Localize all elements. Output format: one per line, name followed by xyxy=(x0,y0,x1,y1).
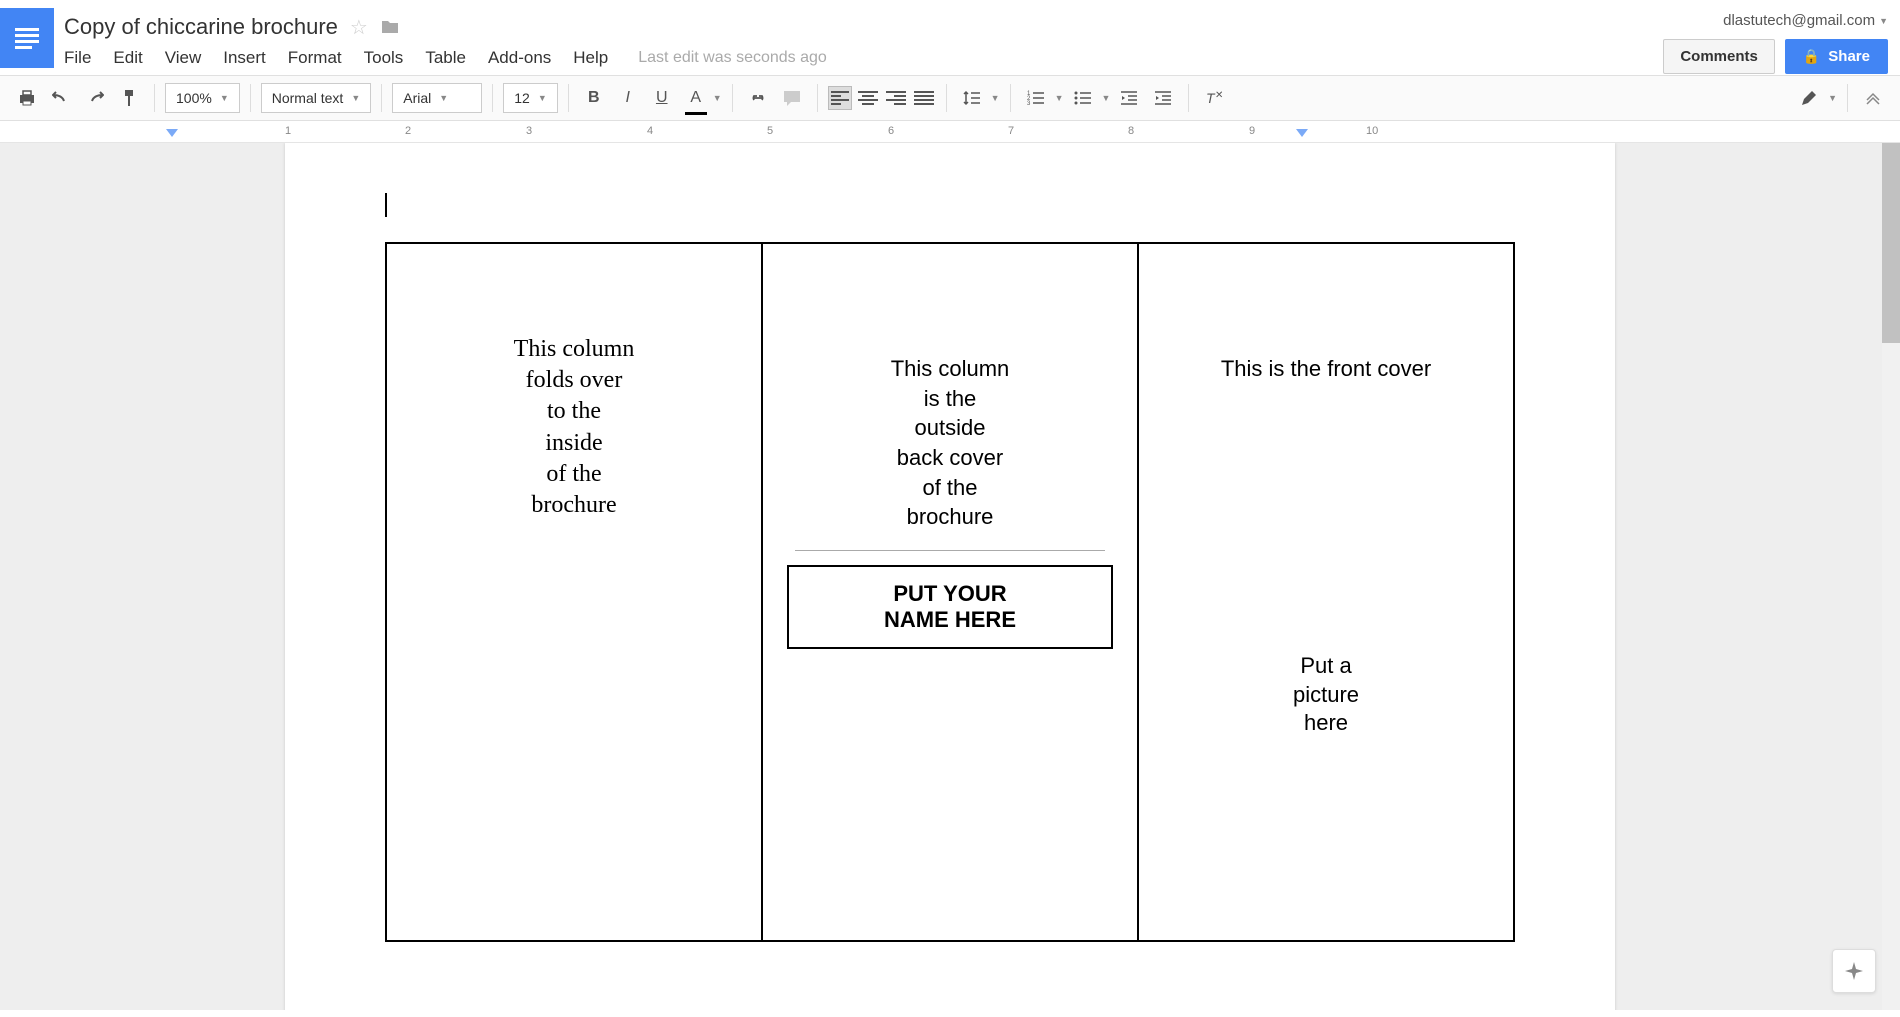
ruler-tick: 10 xyxy=(1366,125,1378,137)
ruler-right-indent-marker[interactable] xyxy=(1296,129,1308,139)
ruler-tick: 8 xyxy=(1128,125,1134,137)
ruler-tick: 9 xyxy=(1249,125,1255,137)
col3-title[interactable]: This is the front cover xyxy=(1159,356,1493,382)
col3-picture-placeholder[interactable]: Put a picture here xyxy=(1159,652,1493,738)
italic-button[interactable]: I xyxy=(613,83,643,113)
align-right-button[interactable] xyxy=(884,86,908,110)
divider xyxy=(795,550,1105,551)
menu-view[interactable]: View xyxy=(165,48,202,68)
brochure-table[interactable]: This column folds over to the inside of … xyxy=(385,242,1515,942)
hide-menus-button[interactable] xyxy=(1858,83,1888,113)
share-label: Share xyxy=(1828,48,1870,65)
paragraph-style-select[interactable]: Normal text ▼ xyxy=(261,83,372,113)
text-color-button[interactable]: A xyxy=(681,83,711,113)
underline-button[interactable]: U xyxy=(647,83,677,113)
star-icon[interactable]: ☆ xyxy=(350,15,368,40)
menu-tools[interactable]: Tools xyxy=(364,48,404,68)
ruler-left-indent-marker[interactable] xyxy=(166,129,178,139)
lock-icon: 🔒 xyxy=(1803,48,1820,65)
brochure-col-1[interactable]: This column folds over to the inside of … xyxy=(387,244,763,940)
dropdown-icon[interactable]: ▼ xyxy=(713,93,722,103)
ruler-tick: 4 xyxy=(647,125,653,137)
scroll-thumb[interactable] xyxy=(1882,143,1900,343)
align-center-button[interactable] xyxy=(856,86,880,110)
print-button[interactable] xyxy=(12,83,42,113)
explore-button[interactable] xyxy=(1832,949,1876,993)
menu-insert[interactable]: Insert xyxy=(223,48,266,68)
last-edit-status[interactable]: Last edit was seconds ago xyxy=(638,49,827,67)
ruler-tick: 7 xyxy=(1008,125,1014,137)
menu-addons[interactable]: Add-ons xyxy=(488,48,551,68)
bold-button[interactable]: B xyxy=(579,83,609,113)
editing-mode-button[interactable] xyxy=(1794,83,1824,113)
style-value: Normal text xyxy=(272,90,344,106)
numbered-list-button[interactable]: 123 xyxy=(1021,83,1051,113)
account-dropdown-icon: ▼ xyxy=(1879,16,1888,26)
user-email-text: dlastutech@gmail.com xyxy=(1723,12,1875,29)
toolbar: 100% ▼ Normal text ▼ Arial ▼ 12 ▼ B I U … xyxy=(0,75,1900,121)
insert-comment-button[interactable] xyxy=(777,83,807,113)
zoom-value: 100% xyxy=(176,90,212,106)
comments-button[interactable]: Comments xyxy=(1663,39,1775,74)
insert-link-button[interactable] xyxy=(743,83,773,113)
user-account[interactable]: dlastutech@gmail.com ▼ xyxy=(1723,12,1888,29)
page[interactable]: This column folds over to the inside of … xyxy=(285,143,1615,1010)
docs-logo[interactable] xyxy=(0,8,54,68)
ruler-tick: 1 xyxy=(285,125,291,137)
clear-formatting-button[interactable]: T✕ xyxy=(1199,83,1229,113)
col1-text[interactable]: This column folds over to the inside of … xyxy=(407,334,741,521)
paint-format-button[interactable] xyxy=(114,83,144,113)
ruler-tick: 5 xyxy=(767,125,773,137)
dropdown-icon[interactable]: ▼ xyxy=(1828,93,1837,103)
zoom-select[interactable]: 100% ▼ xyxy=(165,83,240,113)
share-button[interactable]: 🔒 Share xyxy=(1785,39,1888,74)
dropdown-icon: ▼ xyxy=(220,93,229,103)
bulleted-list-button[interactable] xyxy=(1068,83,1098,113)
svg-text:✕: ✕ xyxy=(1215,90,1223,101)
folder-icon[interactable] xyxy=(380,19,400,35)
size-value: 12 xyxy=(514,90,530,106)
doc-title[interactable]: Copy of chiccarine brochure xyxy=(64,14,338,40)
align-justify-button[interactable] xyxy=(912,86,936,110)
dropdown-icon[interactable]: ▼ xyxy=(1055,93,1064,103)
increase-indent-button[interactable] xyxy=(1148,83,1178,113)
brochure-col-2[interactable]: This column is the outside back cover of… xyxy=(763,244,1139,940)
brochure-col-3[interactable]: This is the front cover Put a picture he… xyxy=(1139,244,1513,940)
menu-table[interactable]: Table xyxy=(425,48,466,68)
menu-edit[interactable]: Edit xyxy=(113,48,142,68)
menu-file[interactable]: File xyxy=(64,48,91,68)
undo-button[interactable] xyxy=(46,83,76,113)
vertical-scrollbar[interactable] xyxy=(1882,143,1900,1010)
dropdown-icon: ▼ xyxy=(439,93,448,103)
ruler-tick: 3 xyxy=(526,125,532,137)
svg-text:3: 3 xyxy=(1027,101,1031,106)
font-size-select[interactable]: 12 ▼ xyxy=(503,83,558,113)
dropdown-icon: ▼ xyxy=(538,93,547,103)
line-spacing-button[interactable] xyxy=(957,83,987,113)
font-value: Arial xyxy=(403,90,431,106)
font-select[interactable]: Arial ▼ xyxy=(392,83,482,113)
dropdown-icon: ▼ xyxy=(351,93,360,103)
text-cursor xyxy=(385,193,387,217)
decrease-indent-button[interactable] xyxy=(1114,83,1144,113)
ruler-tick: 6 xyxy=(888,125,894,137)
menu-help[interactable]: Help xyxy=(573,48,608,68)
menu-format[interactable]: Format xyxy=(288,48,342,68)
document-canvas[interactable]: This column folds over to the inside of … xyxy=(0,143,1900,1010)
ruler[interactable]: 1 2 3 4 5 6 7 8 9 10 xyxy=(0,121,1900,143)
dropdown-icon[interactable]: ▼ xyxy=(991,93,1000,103)
dropdown-icon[interactable]: ▼ xyxy=(1102,93,1111,103)
ruler-tick: 2 xyxy=(405,125,411,137)
redo-button[interactable] xyxy=(80,83,110,113)
name-box[interactable]: PUT YOUR NAME HERE xyxy=(787,565,1113,649)
align-left-button[interactable] xyxy=(828,86,852,110)
col2-text[interactable]: This column is the outside back cover of… xyxy=(783,354,1117,532)
